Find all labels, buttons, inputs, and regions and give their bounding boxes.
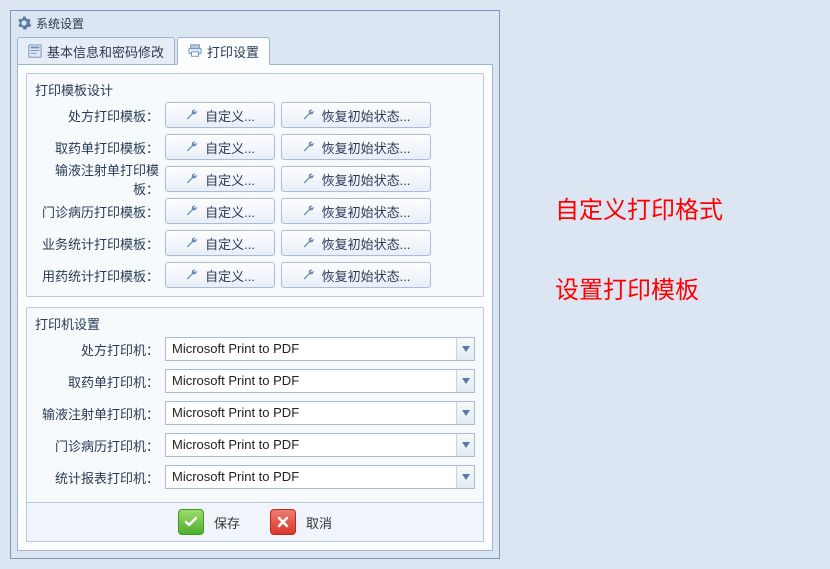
chevron-down-icon[interactable] xyxy=(456,466,474,488)
printer-icon xyxy=(188,44,202,58)
row-label: 输液注射单打印模板： xyxy=(35,160,165,198)
save-button[interactable]: 保存 xyxy=(178,507,240,537)
printer-combo[interactable]: Microsoft Print to PDF xyxy=(165,401,475,425)
tab-label: 打印设置 xyxy=(207,42,259,61)
cancel-button[interactable]: 取消 xyxy=(270,507,332,537)
customize-button[interactable]: 自定义... xyxy=(165,166,275,192)
button-label: 自定义... xyxy=(205,138,255,157)
titlebar: 系统设置 xyxy=(11,11,499,35)
row-label: 处方打印模板： xyxy=(35,106,165,125)
button-label: 恢复初始状态... xyxy=(322,202,411,221)
button-label: 取消 xyxy=(306,513,332,532)
tab-basic-info[interactable]: 基本信息和密码修改 xyxy=(17,37,175,65)
printer-row: 输液注射单打印机： Microsoft Print to PDF xyxy=(35,400,475,426)
template-design-group: 打印模板设计 处方打印模板： 自定义... 恢复初始状态... 取药单打印模板：… xyxy=(26,73,484,297)
restore-button[interactable]: 恢复初始状态... xyxy=(281,134,431,160)
wrench-icon xyxy=(185,140,199,154)
row-label: 门诊病历打印模板： xyxy=(35,202,165,221)
row-label: 业务统计打印模板： xyxy=(35,234,165,253)
tab-print-settings[interactable]: 打印设置 xyxy=(177,37,270,65)
wrench-icon xyxy=(302,140,316,154)
button-label: 自定义... xyxy=(205,202,255,221)
restore-button[interactable]: 恢复初始状态... xyxy=(281,230,431,256)
printer-combo[interactable]: Microsoft Print to PDF xyxy=(165,465,475,489)
restore-button[interactable]: 恢复初始状态... xyxy=(281,262,431,288)
printer-row: 统计报表打印机： Microsoft Print to PDF xyxy=(35,464,475,490)
customize-button[interactable]: 自定义... xyxy=(165,134,275,160)
wrench-icon xyxy=(185,172,199,186)
settings-window: 系统设置 基本信息和密码修改 打印设置 打印模板设计 处方打印模板： 自定义..… xyxy=(10,10,500,559)
button-label: 恢复初始状态... xyxy=(322,266,411,285)
wrench-icon xyxy=(185,236,199,250)
customize-button[interactable]: 自定义... xyxy=(165,198,275,224)
customize-button[interactable]: 自定义... xyxy=(165,262,275,288)
chevron-down-icon[interactable] xyxy=(456,370,474,392)
template-row: 用药统计打印模板： 自定义... 恢复初始状态... xyxy=(35,262,475,288)
restore-button[interactable]: 恢复初始状态... xyxy=(281,166,431,192)
combo-value: Microsoft Print to PDF xyxy=(166,370,456,392)
group-title: 打印机设置 xyxy=(35,314,100,333)
group-title: 打印模板设计 xyxy=(35,80,113,99)
annotation-text: 自定义打印格式 xyxy=(555,190,723,225)
chevron-down-icon[interactable] xyxy=(456,402,474,424)
printer-row: 门诊病历打印机： Microsoft Print to PDF xyxy=(35,432,475,458)
customize-button[interactable]: 自定义... xyxy=(165,102,275,128)
form-icon xyxy=(28,44,42,58)
customize-button[interactable]: 自定义... xyxy=(165,230,275,256)
printer-combo[interactable]: Microsoft Print to PDF xyxy=(165,433,475,457)
template-row: 业务统计打印模板： 自定义... 恢复初始状态... xyxy=(35,230,475,256)
combo-value: Microsoft Print to PDF xyxy=(166,402,456,424)
row-label: 取药单打印模板： xyxy=(35,138,165,157)
wrench-icon xyxy=(302,108,316,122)
row-label: 处方打印机： xyxy=(35,340,165,359)
combo-value: Microsoft Print to PDF xyxy=(166,434,456,456)
restore-button[interactable]: 恢复初始状态... xyxy=(281,198,431,224)
footer-bar: 保存 取消 xyxy=(26,502,484,542)
button-label: 恢复初始状态... xyxy=(322,106,411,125)
row-label: 统计报表打印机： xyxy=(35,468,165,487)
button-label: 保存 xyxy=(214,513,240,532)
button-label: 自定义... xyxy=(205,266,255,285)
restore-button[interactable]: 恢复初始状态... xyxy=(281,102,431,128)
close-icon xyxy=(270,509,296,535)
template-row: 输液注射单打印模板： 自定义... 恢复初始状态... xyxy=(35,166,475,192)
template-row: 处方打印模板： 自定义... 恢复初始状态... xyxy=(35,102,475,128)
wrench-icon xyxy=(302,236,316,250)
wrench-icon xyxy=(185,268,199,282)
wrench-icon xyxy=(185,108,199,122)
button-label: 自定义... xyxy=(205,106,255,125)
printer-row: 处方打印机： Microsoft Print to PDF xyxy=(35,336,475,362)
template-row: 门诊病历打印模板： 自定义... 恢复初始状态... xyxy=(35,198,475,224)
tab-bar: 基本信息和密码修改 打印设置 xyxy=(11,35,499,65)
row-label: 用药统计打印模板： xyxy=(35,266,165,285)
chevron-down-icon[interactable] xyxy=(456,434,474,456)
printer-combo[interactable]: Microsoft Print to PDF xyxy=(165,369,475,393)
printer-settings-group: 打印机设置 处方打印机： Microsoft Print to PDF 取药单打… xyxy=(26,307,484,505)
row-label: 取药单打印机： xyxy=(35,372,165,391)
combo-value: Microsoft Print to PDF xyxy=(166,466,456,488)
gear-icon xyxy=(17,16,31,30)
row-label: 门诊病历打印机： xyxy=(35,436,165,455)
button-label: 自定义... xyxy=(205,170,255,189)
combo-value: Microsoft Print to PDF xyxy=(166,338,456,360)
template-row: 取药单打印模板： 自定义... 恢复初始状态... xyxy=(35,134,475,160)
button-label: 自定义... xyxy=(205,234,255,253)
button-label: 恢复初始状态... xyxy=(322,138,411,157)
annotation-text: 设置打印模板 xyxy=(555,270,699,305)
window-title: 系统设置 xyxy=(36,15,84,32)
tab-label: 基本信息和密码修改 xyxy=(47,42,164,61)
wrench-icon xyxy=(185,204,199,218)
chevron-down-icon[interactable] xyxy=(456,338,474,360)
printer-row: 取药单打印机： Microsoft Print to PDF xyxy=(35,368,475,394)
wrench-icon xyxy=(302,172,316,186)
button-label: 恢复初始状态... xyxy=(322,234,411,253)
wrench-icon xyxy=(302,204,316,218)
wrench-icon xyxy=(302,268,316,282)
tab-content: 打印模板设计 处方打印模板： 自定义... 恢复初始状态... 取药单打印模板：… xyxy=(17,64,493,551)
row-label: 输液注射单打印机： xyxy=(35,404,165,423)
check-icon xyxy=(178,509,204,535)
button-label: 恢复初始状态... xyxy=(322,170,411,189)
printer-combo[interactable]: Microsoft Print to PDF xyxy=(165,337,475,361)
